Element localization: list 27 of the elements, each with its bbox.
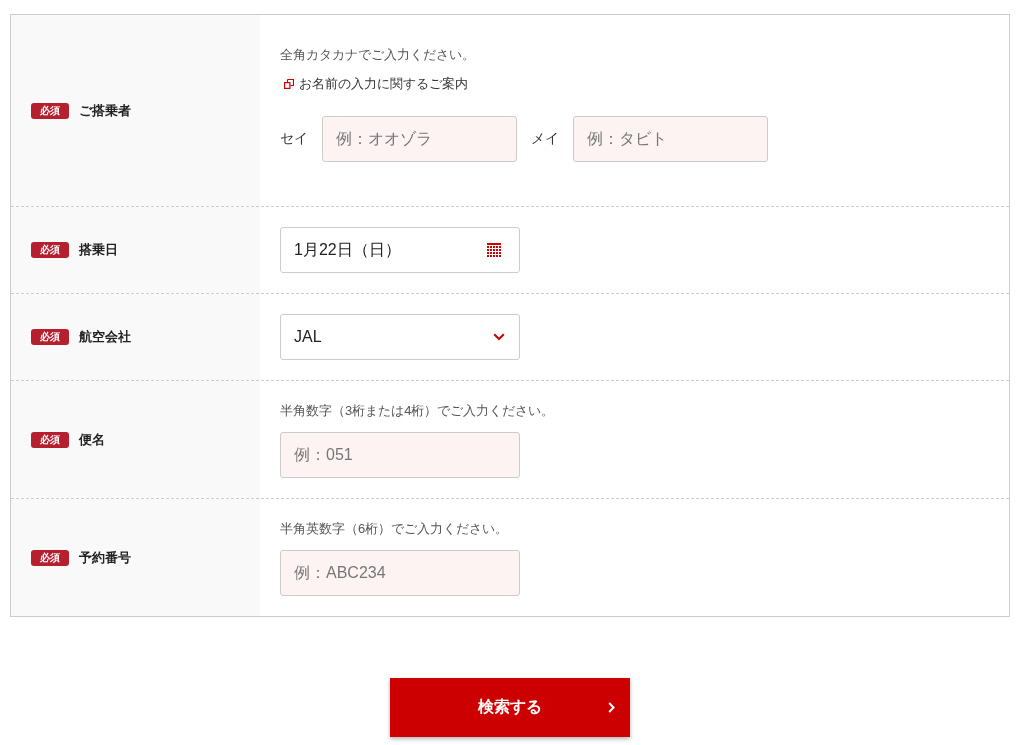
required-tag: 必須: [31, 549, 69, 566]
required-tag: 必須: [31, 431, 69, 448]
required-tag: 必須: [31, 102, 69, 119]
hint-text: 半角英数字（6桁）でご入力ください。: [280, 520, 509, 538]
external-window-icon: [284, 79, 294, 89]
input-field[interactable]: 例：オオゾラ: [322, 116, 517, 162]
name-guide-link[interactable]: お名前の入力に関するご案内: [280, 74, 468, 94]
input-field[interactable]: 例：051: [280, 432, 520, 478]
input-field[interactable]: 例：ABC234: [280, 550, 520, 596]
date-field[interactable]: 1月22日（日）: [280, 227, 520, 273]
field-label: セイ: [280, 130, 308, 148]
search-button[interactable]: 検索する: [390, 678, 630, 737]
hint-text: 全角カタカナでご入力ください。: [280, 46, 475, 64]
calendar-icon: [487, 243, 501, 257]
hint-text: 半角数字（3桁または4桁）でご入力ください。: [280, 402, 555, 420]
airline-select[interactable]: JAL: [280, 314, 520, 360]
chevron-down-icon: [493, 333, 505, 341]
field-label: メイ: [531, 130, 559, 148]
row-label: 搭乗日: [79, 241, 118, 259]
row-label: ご搭乗者: [79, 101, 131, 120]
required-tag: 必須: [31, 329, 69, 345]
chevron-right-icon: [608, 702, 615, 713]
row-label: 便名: [79, 430, 105, 449]
row-label: 航空会社: [79, 328, 131, 346]
row-label: 予約番号: [79, 548, 131, 567]
required-tag: 必須: [31, 242, 69, 258]
input-field[interactable]: 例：タビト: [573, 116, 768, 162]
